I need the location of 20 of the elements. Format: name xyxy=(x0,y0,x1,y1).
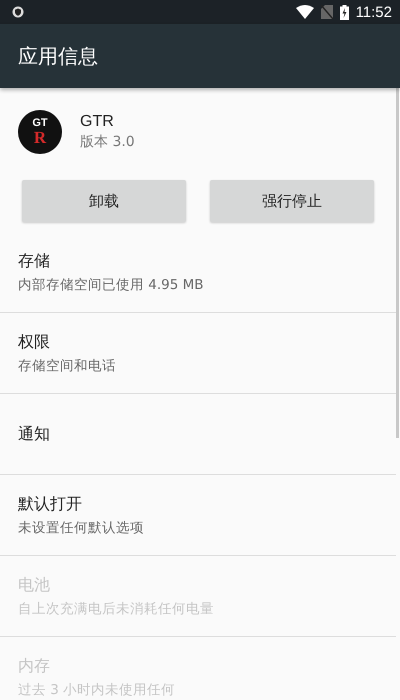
settings-item[interactable]: 默认打开 未设置任何默认选项 xyxy=(0,475,396,556)
item-summary: 内部存储空间已使用 4.95 MB xyxy=(18,276,205,294)
action-button[interactable]: 卸载 xyxy=(22,180,186,222)
action-button[interactable]: 强行停止 xyxy=(210,180,374,222)
item-title: 存储 xyxy=(18,250,51,272)
shield-icon xyxy=(12,6,24,18)
wifi-icon xyxy=(296,5,314,19)
app-logo-icon: GT R xyxy=(18,110,62,154)
item-title: 权限 xyxy=(18,332,51,352)
no-sim-icon xyxy=(320,5,333,19)
app-version: 版本 3.0 xyxy=(80,133,135,151)
item-title: 默认打开 xyxy=(18,494,83,514)
battery-charging-icon xyxy=(340,4,349,20)
item-summary: 未设置任何默认选项 xyxy=(18,518,145,536)
clock-time: 11:52 xyxy=(356,4,392,20)
item-title: 通知 xyxy=(18,424,51,444)
settings-item[interactable]: 通知 xyxy=(0,394,396,475)
item-summary: 存储空间和电话 xyxy=(18,356,117,374)
app-name: GTR xyxy=(80,113,115,131)
screen-title: 应用信息 xyxy=(18,42,98,70)
